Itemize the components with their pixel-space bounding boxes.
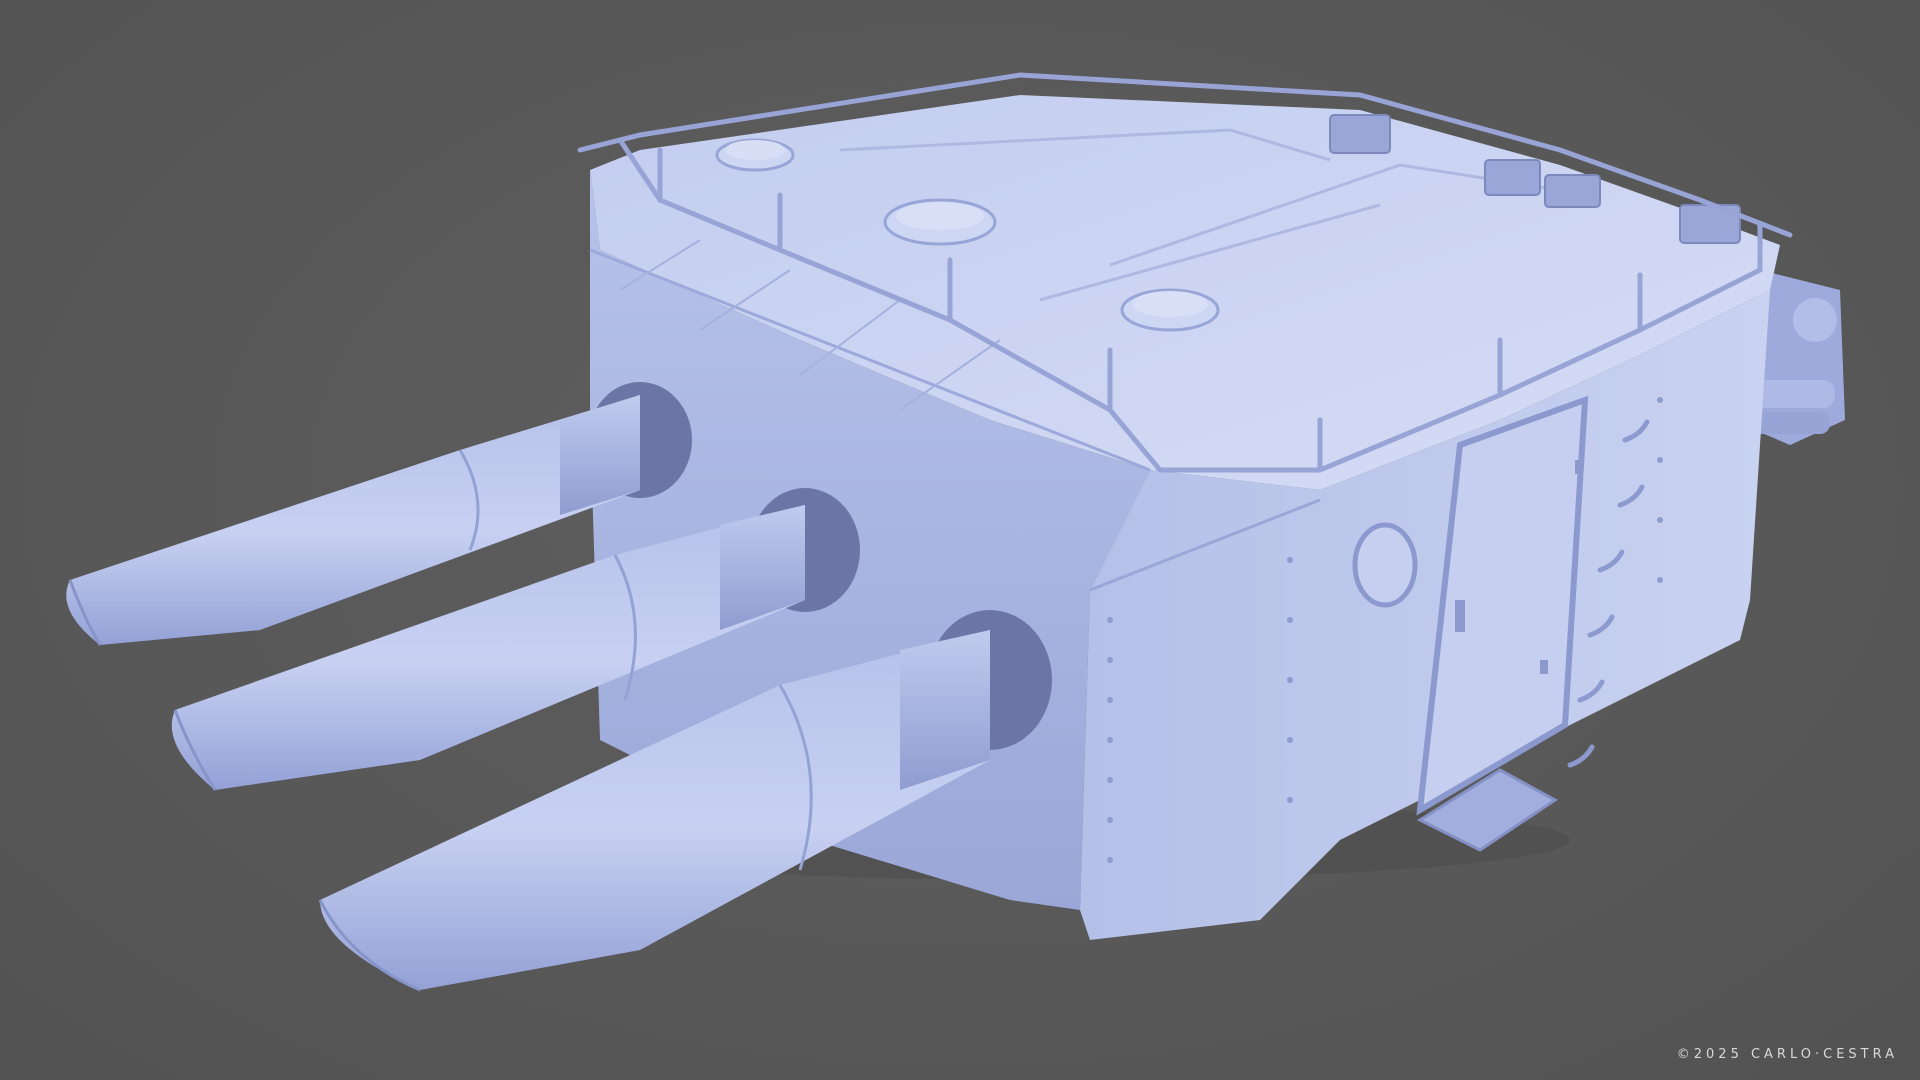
render-viewport: ©2025 CARLO·CESTRA	[0, 0, 1920, 1080]
turret-render	[66, 72, 1845, 992]
copyright-watermark: ©2025 CARLO·CESTRA	[1676, 1047, 1898, 1062]
rear-round-port	[1352, 522, 1418, 608]
